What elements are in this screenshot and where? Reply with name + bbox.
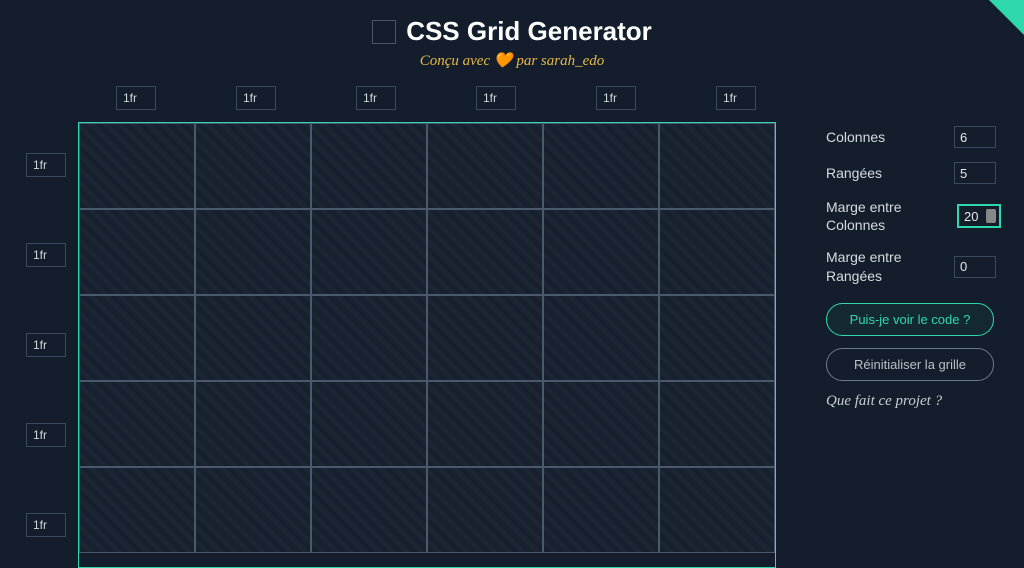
grid-cell[interactable] bbox=[659, 209, 775, 295]
row-size-input-4[interactable] bbox=[26, 513, 66, 537]
subtitle-prefix: Conçu avec bbox=[420, 53, 490, 69]
reset-grid-button[interactable]: Réinitialiser la grille bbox=[826, 348, 994, 381]
grid-cell[interactable] bbox=[195, 381, 311, 467]
rows-input[interactable] bbox=[954, 162, 996, 184]
row-size-input-3[interactable] bbox=[26, 423, 66, 447]
row-headers bbox=[22, 122, 78, 568]
grid-cell[interactable] bbox=[79, 381, 195, 467]
columns-input[interactable] bbox=[954, 126, 996, 148]
grid-cell[interactable] bbox=[427, 467, 543, 553]
grid-cell[interactable] bbox=[195, 209, 311, 295]
corner-badge[interactable] bbox=[989, 0, 1024, 35]
col-size-input-2[interactable] bbox=[356, 86, 396, 110]
row-gap-input[interactable] bbox=[954, 256, 996, 278]
rows-label: Rangées bbox=[826, 164, 882, 182]
grid-cell[interactable] bbox=[543, 209, 659, 295]
controls-sidebar: Colonnes Rangées Marge entre Colonnes Ma… bbox=[826, 86, 996, 568]
grid-cell[interactable] bbox=[79, 123, 195, 209]
grid-cell[interactable] bbox=[311, 467, 427, 553]
grid-cell[interactable] bbox=[543, 123, 659, 209]
grid-cell[interactable] bbox=[79, 209, 195, 295]
subtitle-by: par bbox=[516, 53, 537, 69]
grid-cell[interactable] bbox=[311, 123, 427, 209]
columns-label: Colonnes bbox=[826, 128, 885, 146]
grid-cell[interactable] bbox=[195, 123, 311, 209]
grid-cell[interactable] bbox=[427, 123, 543, 209]
column-gap-label: Marge entre Colonnes bbox=[826, 198, 958, 234]
grid-logo-icon bbox=[372, 20, 396, 44]
grid-cell[interactable] bbox=[195, 295, 311, 381]
col-size-input-0[interactable] bbox=[116, 86, 156, 110]
grid-preview[interactable] bbox=[78, 122, 776, 568]
heart-icon: 🧡 bbox=[494, 53, 513, 69]
col-size-input-5[interactable] bbox=[716, 86, 756, 110]
grid-cell[interactable] bbox=[427, 381, 543, 467]
grid-cell[interactable] bbox=[543, 295, 659, 381]
header: CSS Grid Generator Conçu avec 🧡 par sara… bbox=[0, 0, 1024, 70]
grid-cell[interactable] bbox=[659, 381, 775, 467]
subtitle-author[interactable]: sarah_edo bbox=[541, 53, 604, 69]
grid-cell[interactable] bbox=[427, 295, 543, 381]
grid-cell[interactable] bbox=[195, 467, 311, 553]
grid-cell[interactable] bbox=[543, 381, 659, 467]
col-size-input-1[interactable] bbox=[236, 86, 276, 110]
page-title: CSS Grid Generator bbox=[406, 16, 652, 47]
subtitle: Conçu avec 🧡 par sarah_edo bbox=[0, 51, 1024, 70]
grid-cell[interactable] bbox=[659, 467, 775, 553]
col-size-input-3[interactable] bbox=[476, 86, 516, 110]
row-gap-label: Marge entre Rangées bbox=[826, 248, 954, 284]
grid-cell[interactable] bbox=[427, 209, 543, 295]
grid-cell[interactable] bbox=[311, 209, 427, 295]
grid-cell[interactable] bbox=[311, 381, 427, 467]
grid-cell[interactable] bbox=[659, 123, 775, 209]
show-code-button[interactable]: Puis-je voir le code ? bbox=[826, 303, 994, 336]
column-headers bbox=[78, 86, 794, 110]
stepper-icon[interactable] bbox=[986, 209, 996, 223]
grid-editor bbox=[22, 86, 794, 568]
row-size-input-2[interactable] bbox=[26, 333, 66, 357]
row-size-input-0[interactable] bbox=[26, 153, 66, 177]
col-size-input-4[interactable] bbox=[596, 86, 636, 110]
grid-cell[interactable] bbox=[311, 295, 427, 381]
grid-cell[interactable] bbox=[79, 467, 195, 553]
grid-cell[interactable] bbox=[79, 295, 195, 381]
about-project-link[interactable]: Que fait ce projet ? bbox=[826, 393, 996, 410]
row-size-input-1[interactable] bbox=[26, 243, 66, 267]
grid-cell[interactable] bbox=[543, 467, 659, 553]
grid-cell[interactable] bbox=[659, 295, 775, 381]
